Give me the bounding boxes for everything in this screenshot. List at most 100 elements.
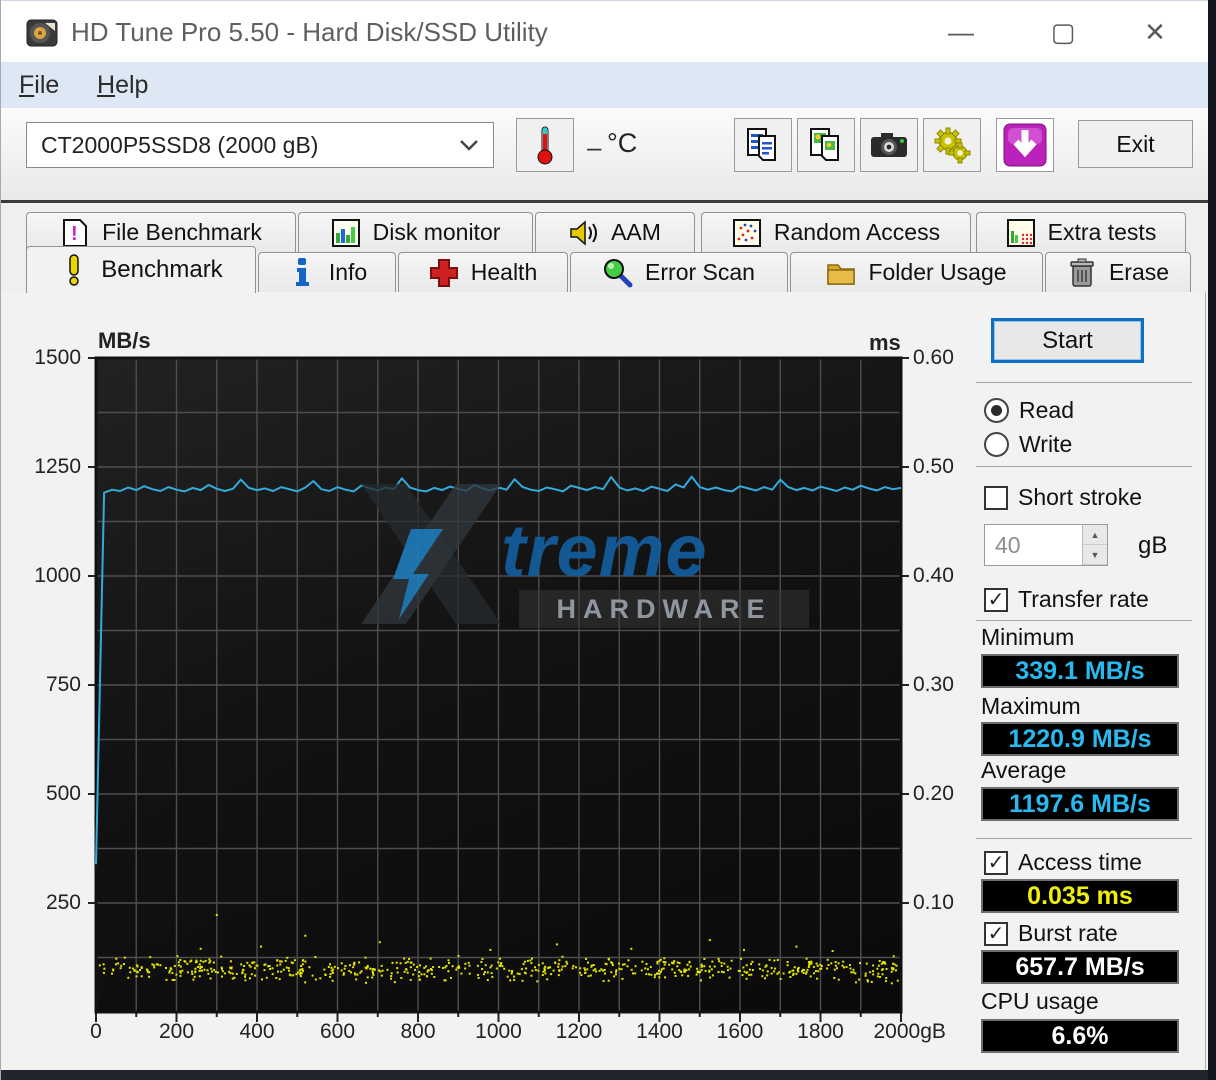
- write-radio[interactable]: [984, 432, 1009, 457]
- copy-text-button[interactable]: [734, 118, 792, 172]
- read-radio[interactable]: [984, 398, 1009, 423]
- save-results-button[interactable]: [996, 118, 1054, 172]
- info-icon: [287, 257, 317, 288]
- stepper-down-icon[interactable]: ▼: [1083, 545, 1107, 565]
- y-axis-tick-label: 250: [45, 891, 81, 914]
- separator: [976, 620, 1192, 621]
- short-stroke-size-value: 40: [995, 531, 1021, 558]
- right-axis-tick-label: 0.10: [913, 891, 954, 914]
- tab-extra-tests[interactable]: Extra tests: [976, 212, 1186, 252]
- tab-label: Extra tests: [1047, 219, 1157, 245]
- tab-erase[interactable]: Erase: [1045, 252, 1191, 292]
- separator: [976, 838, 1192, 839]
- left-axis-title: MB/s: [98, 328, 151, 353]
- x-axis-tick-label: 1400: [636, 1020, 683, 1043]
- burst-rate-row[interactable]: ✓ Burst rate: [984, 920, 1118, 947]
- short-stroke-row[interactable]: Short stroke: [984, 484, 1142, 511]
- x-axis-tick-label: 400: [239, 1020, 275, 1043]
- exit-button[interactable]: Exit: [1078, 120, 1193, 168]
- file-benchmark-icon: !: [60, 218, 90, 248]
- start-button[interactable]: Start: [991, 318, 1144, 363]
- trash-icon: [1067, 258, 1097, 288]
- maximize-button[interactable]: ▢: [1031, 9, 1095, 55]
- benchmark-chart: treme HARDWARE: [88, 356, 909, 1022]
- menu-help[interactable]: Help: [97, 71, 155, 100]
- x-axis-tick-label: 1000: [475, 1020, 522, 1043]
- tab-label: Info: [328, 259, 368, 285]
- right-axis-tick-label: 0.20: [913, 782, 954, 805]
- folder-icon: [826, 258, 856, 288]
- tab-label: Folder Usage: [868, 259, 1007, 285]
- drive-select-value: CT2000P5SSD8 (2000 gB): [41, 131, 319, 158]
- separator: [976, 466, 1192, 467]
- access-time-row[interactable]: ✓ Access time: [984, 849, 1142, 876]
- close-button[interactable]: ✕: [1123, 9, 1187, 55]
- disk-monitor-icon: [331, 218, 361, 248]
- tab-error-scan[interactable]: Error Scan: [570, 252, 788, 292]
- speaker-icon: [569, 218, 599, 248]
- short-stroke-label: Short stroke: [1018, 484, 1142, 510]
- tab-disk-monitor[interactable]: Disk monitor: [298, 212, 533, 252]
- options-button[interactable]: [923, 118, 981, 172]
- minimize-button[interactable]: —: [929, 9, 993, 55]
- tab-strip: ! File Benchmark Disk monitor AAM Random…: [1, 203, 1209, 293]
- title-bar: HD Tune Pro 5.50 - Hard Disk/SSD Utility…: [1, 0, 1209, 62]
- average-label: Average: [981, 757, 1067, 783]
- access-time-value: 0.035 ms: [981, 879, 1179, 913]
- x-axis-tick-label: 1600: [716, 1020, 764, 1043]
- stepper-up-icon[interactable]: ▲: [1083, 525, 1107, 545]
- short-stroke-unit: gB: [1138, 532, 1168, 559]
- tab-label: Random Access: [773, 219, 941, 245]
- temperature-button[interactable]: [516, 118, 574, 172]
- window-bottom-edge: [1, 1070, 1216, 1080]
- app-window: HD Tune Pro 5.50 - Hard Disk/SSD Utility…: [0, 0, 1216, 1080]
- x-axis-tick-label: 2000gB: [873, 1020, 946, 1043]
- tab-label: AAM: [611, 219, 661, 245]
- transfer-rate-row[interactable]: ✓ Transfer rate: [984, 586, 1149, 613]
- app-icon: [26, 19, 58, 47]
- chevron-down-icon: [460, 140, 478, 151]
- x-axis-tick-label: 200: [158, 1020, 195, 1043]
- menu-file[interactable]: File: [19, 71, 77, 100]
- tab-label: Erase: [1108, 259, 1170, 285]
- short-stroke-size-stepper[interactable]: 40 ▲ ▼: [984, 524, 1108, 566]
- tab-random-access[interactable]: Random Access: [701, 212, 971, 252]
- menu-bar: File Help: [1, 62, 1209, 108]
- write-radio-row[interactable]: Write: [984, 431, 1072, 458]
- drive-select-dropdown[interactable]: CT2000P5SSD8 (2000 gB): [26, 122, 494, 168]
- magnifier-icon: [603, 258, 633, 288]
- access-time-checkbox[interactable]: ✓: [984, 850, 1008, 875]
- chart-canvas: [88, 356, 909, 1022]
- read-label: Read: [1019, 397, 1074, 423]
- burst-rate-checkbox[interactable]: ✓: [984, 921, 1008, 946]
- tab-info[interactable]: Info: [258, 252, 396, 292]
- tab-folder-usage[interactable]: Folder Usage: [790, 252, 1043, 292]
- access-time-label: Access time: [1018, 849, 1142, 875]
- screenshot-button[interactable]: [860, 118, 918, 172]
- separator: [976, 382, 1192, 383]
- right-axis-tick-label: 0.30: [913, 673, 954, 696]
- right-axis-tick-label: 0.50: [913, 455, 954, 478]
- tab-health[interactable]: Health: [398, 252, 568, 292]
- tab-benchmark-active[interactable]: Benchmark: [26, 246, 256, 293]
- read-radio-row[interactable]: Read: [984, 397, 1074, 424]
- tab-aam[interactable]: AAM: [535, 212, 695, 252]
- toolbar: CT2000P5SSD8 (2000 gB) – °C Exit: [1, 108, 1209, 200]
- y-axis-tick-label: 500: [45, 782, 81, 805]
- gears-icon: [934, 127, 971, 164]
- copy-text-icon: [747, 128, 776, 161]
- short-stroke-checkbox[interactable]: [984, 485, 1008, 510]
- download-arrow-icon: [1003, 123, 1047, 167]
- transfer-rate-checkbox[interactable]: ✓: [984, 587, 1008, 612]
- copy-image-button[interactable]: [797, 118, 855, 172]
- write-label: Write: [1019, 431, 1073, 457]
- health-cross-icon: [429, 258, 459, 288]
- svg-text:!: !: [71, 223, 78, 245]
- x-axis-tick-label: 1200: [555, 1020, 603, 1043]
- tab-label: Benchmark: [101, 256, 223, 283]
- tab-label: Disk monitor: [372, 219, 501, 245]
- copy-image-icon: [810, 128, 839, 161]
- minimum-label: Minimum: [981, 624, 1075, 650]
- extra-tests-icon: [1006, 218, 1036, 248]
- right-axis-labels: 0.60 0.50 0.40 0.30 0.20 0.10: [903, 346, 963, 1012]
